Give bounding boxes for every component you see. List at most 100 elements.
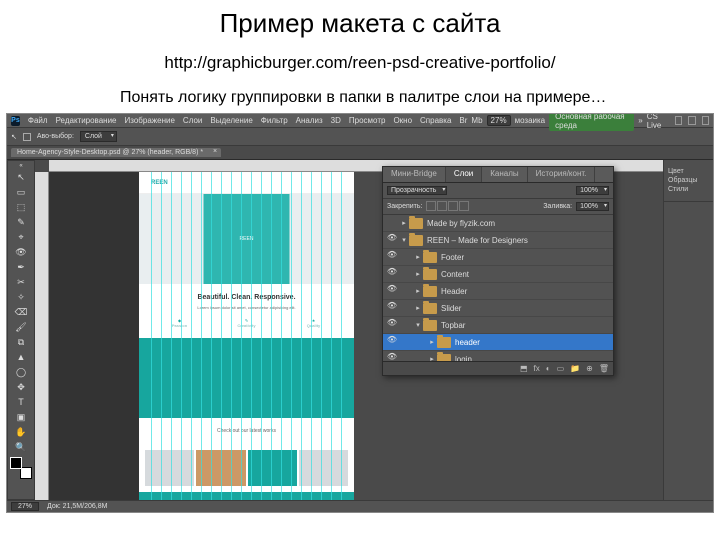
- layer-folder-row[interactable]: 👁▸Header: [383, 283, 613, 300]
- toolbox-collapse-icon[interactable]: «: [19, 163, 22, 169]
- mask-icon[interactable]: ◐: [546, 364, 551, 373]
- eraser-tool[interactable]: 🖌: [10, 320, 32, 334]
- marquee-tool[interactable]: ▭: [10, 185, 32, 199]
- panel-tab[interactable]: Образцы: [668, 177, 709, 184]
- fg-color-icon[interactable]: [10, 457, 22, 469]
- panel-group[interactable]: Цвет Образцы Стили: [664, 160, 713, 202]
- crop-tool[interactable]: ⌖: [10, 230, 32, 244]
- zoom-tool[interactable]: 🔍: [10, 440, 32, 454]
- artboard[interactable]: REEN REEN Beautiful. Clean. Responsive. …: [139, 172, 354, 500]
- panel-tab[interactable]: История/конт.: [528, 167, 596, 182]
- ruler-vertical[interactable]: [35, 172, 49, 500]
- dodge-tool[interactable]: ◯: [10, 365, 32, 379]
- menu-item[interactable]: Выделение: [210, 116, 252, 125]
- visibility-eye-icon[interactable]: 👁: [385, 301, 399, 315]
- menu-item[interactable]: Просмотр: [349, 116, 386, 125]
- menu-item[interactable]: Изображение: [125, 116, 175, 125]
- layer-name: Made by flyzik.com: [427, 219, 495, 228]
- visibility-eye-icon[interactable]: 👁: [385, 233, 399, 247]
- disclosure-icon[interactable]: ▸: [427, 355, 437, 361]
- stamp-tool[interactable]: ✧: [10, 290, 32, 304]
- cslive-button[interactable]: CS Live: [647, 113, 669, 130]
- gradient-tool[interactable]: ⧉: [10, 335, 32, 349]
- path-tool[interactable]: ▣: [10, 410, 32, 424]
- visibility-eye-icon[interactable]: 👁: [385, 267, 399, 281]
- opacity-field[interactable]: 100%: [576, 186, 609, 195]
- document-tab[interactable]: Home-Agency-Style-Desktop.psd @ 27% (hea…: [11, 148, 221, 157]
- screen-mode[interactable]: мозаика: [515, 116, 546, 125]
- menu-item[interactable]: 3D: [331, 116, 341, 125]
- menu-item[interactable]: Анализ: [296, 116, 323, 125]
- panel-tab[interactable]: Каналы: [482, 167, 527, 182]
- panel-tab[interactable]: Стили: [668, 186, 709, 193]
- disclosure-icon[interactable]: ▸: [413, 287, 423, 295]
- visibility-eye-icon[interactable]: 👁: [385, 318, 399, 332]
- layers-panel[interactable]: Мини-Bridge Слои Каналы История/конт. Пр…: [382, 166, 614, 376]
- fill-field[interactable]: 100%: [576, 202, 609, 211]
- close-icon[interactable]: [702, 116, 709, 125]
- disclosure-icon[interactable]: ▸: [413, 253, 423, 261]
- layer-folder-row[interactable]: ▸ Made by flyzik.com: [383, 215, 613, 232]
- minibridge-icon[interactable]: Mb: [471, 116, 482, 125]
- tab-close-icon[interactable]: ×: [213, 148, 217, 155]
- healing-tool[interactable]: ✒: [10, 260, 32, 274]
- new-group-icon[interactable]: 📁: [570, 364, 580, 373]
- visibility-eye-icon[interactable]: 👁: [385, 250, 399, 264]
- disclosure-icon[interactable]: ▸: [399, 219, 409, 227]
- zoom-level[interactable]: 27%: [487, 115, 511, 126]
- visibility-eye-icon[interactable]: [385, 216, 399, 230]
- panel-tab[interactable]: Цвет: [668, 168, 709, 175]
- disclosure-icon[interactable]: ▸: [413, 270, 423, 278]
- layer-folder-row[interactable]: 👁▸login: [383, 351, 613, 361]
- color-swatches[interactable]: [10, 457, 32, 479]
- adjustment-icon[interactable]: ▭: [557, 364, 565, 373]
- menu-item[interactable]: Фильтр: [261, 116, 288, 125]
- eyedropper-tool[interactable]: 👁: [10, 245, 32, 259]
- pen-tool[interactable]: ✥: [10, 380, 32, 394]
- type-tool[interactable]: T: [10, 395, 32, 409]
- menu-item[interactable]: Окно: [393, 116, 412, 125]
- layer-folder-row[interactable]: 👁▸Content: [383, 266, 613, 283]
- maximize-icon[interactable]: [688, 116, 695, 125]
- blend-mode-dropdown[interactable]: Прозрачность: [387, 186, 447, 195]
- folder-icon: [423, 303, 437, 314]
- delete-layer-icon[interactable]: 🗑: [599, 364, 609, 373]
- move-tool[interactable]: ↖: [10, 170, 32, 184]
- panel-tab-layers[interactable]: Слои: [446, 167, 482, 182]
- fx-icon[interactable]: fx: [534, 364, 540, 373]
- menu-item[interactable]: Справка: [420, 116, 451, 125]
- disclosure-icon[interactable]: ▾: [413, 321, 423, 329]
- brush-tool[interactable]: ✂: [10, 275, 32, 289]
- bridge-icon[interactable]: Br: [459, 116, 467, 125]
- minimize-icon[interactable]: [675, 116, 682, 125]
- hand-tool[interactable]: ✋: [10, 425, 32, 439]
- menu-item[interactable]: Файл: [28, 116, 48, 125]
- search-icon[interactable]: »: [638, 116, 642, 125]
- workspace-selector[interactable]: Основная рабочая среда: [549, 113, 634, 131]
- visibility-eye-icon[interactable]: 👁: [385, 352, 399, 361]
- new-layer-icon[interactable]: ⊕: [586, 364, 593, 373]
- layer-folder-row[interactable]: 👁▾REEN – Made for Designers: [383, 232, 613, 249]
- lasso-tool[interactable]: ⬚: [10, 200, 32, 214]
- layer-folder-row[interactable]: 👁▾Topbar: [383, 317, 613, 334]
- disclosure-icon[interactable]: ▾: [399, 236, 409, 244]
- menu-item[interactable]: Редактирование: [56, 116, 117, 125]
- history-brush-tool[interactable]: ⌫: [10, 305, 32, 319]
- layer-folder-row[interactable]: 👁▸header: [383, 334, 613, 351]
- visibility-eye-icon[interactable]: 👁: [385, 284, 399, 298]
- blur-tool[interactable]: ▲: [10, 350, 32, 364]
- panel-tab[interactable]: Мини-Bridge: [383, 167, 446, 182]
- lock-buttons[interactable]: [426, 201, 470, 213]
- visibility-eye-icon[interactable]: 👁: [385, 335, 399, 349]
- layer-folder-row[interactable]: 👁▸Slider: [383, 300, 613, 317]
- wand-tool[interactable]: ✎: [10, 215, 32, 229]
- link-layers-icon[interactable]: ⬒: [520, 364, 528, 373]
- autoselect-checkbox[interactable]: [23, 133, 31, 141]
- layer-folder-row[interactable]: 👁▸Footer: [383, 249, 613, 266]
- menu-item[interactable]: Слои: [183, 116, 202, 125]
- disclosure-icon[interactable]: ▸: [413, 304, 423, 312]
- layer-tree[interactable]: ▸ Made by flyzik.com 👁▾REEN – Made for Des…: [383, 215, 613, 361]
- autoselect-dropdown[interactable]: Слой: [80, 131, 117, 142]
- status-zoom[interactable]: 27%: [11, 502, 39, 511]
- disclosure-icon[interactable]: ▸: [427, 338, 437, 346]
